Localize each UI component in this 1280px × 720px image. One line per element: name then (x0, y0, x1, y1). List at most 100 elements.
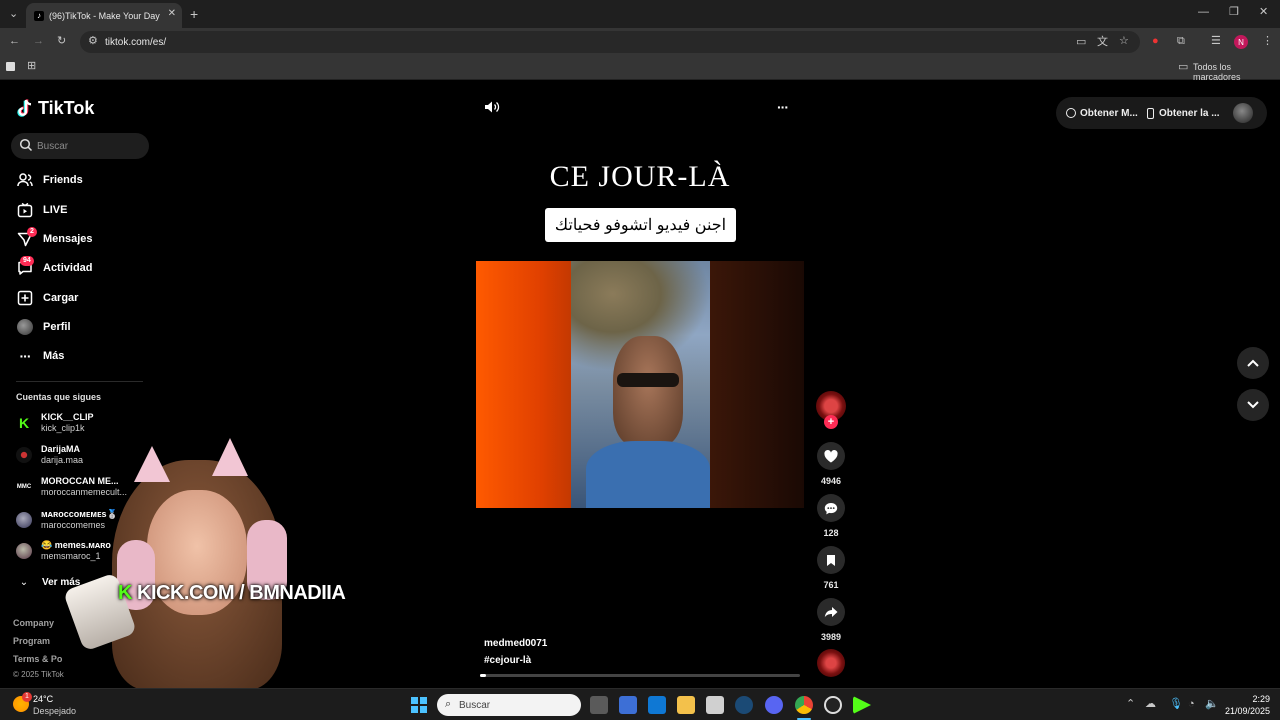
onedrive-icon[interactable]: ☁ (1145, 699, 1156, 710)
forward-icon[interactable]: → (33, 36, 44, 47)
sidebar-divider (16, 381, 143, 382)
tab-search-icon[interactable]: ⌄ (9, 9, 18, 20)
clock-date[interactable]: 21/09/2025 (1222, 706, 1270, 716)
obs-icon[interactable] (824, 696, 842, 714)
new-tab-icon[interactable]: + (190, 7, 198, 21)
close-window-icon[interactable]: ✕ (1259, 7, 1268, 18)
browser-tab[interactable]: ♪ (96)TikTok - Make Your Day ✕ (26, 3, 182, 28)
discord-icon[interactable] (765, 696, 783, 714)
reload-icon[interactable]: ↻ (57, 36, 66, 47)
video-player[interactable] (476, 261, 804, 508)
close-tab-icon[interactable]: ✕ (168, 8, 176, 19)
outlook-icon[interactable] (648, 696, 666, 714)
sidebar-item-messages[interactable]: 2 Mensajes (16, 227, 93, 249)
following-section-title: Cuentas que sigues (16, 392, 102, 402)
upload-icon (16, 289, 34, 307)
tab-title: (96)TikTok - Make Your Day (49, 10, 160, 21)
comment-button[interactable] (817, 494, 845, 522)
microphone-icon[interactable]: 🎙 (1169, 699, 1183, 710)
taskbar-search-text: Buscar (459, 699, 491, 711)
video-progress-bar[interactable] (480, 674, 800, 677)
tiktok-note-icon (17, 98, 32, 117)
share-icon (824, 607, 838, 618)
sidebar-item-friends[interactable]: Friends (16, 170, 83, 190)
avatar: MMC (16, 479, 32, 495)
more-icon: ··· (19, 348, 32, 364)
get-app-label: Obtener M... (1080, 107, 1138, 119)
tiktok-logo[interactable]: TikTok (16, 98, 94, 119)
translate-icon[interactable]: 文 (1097, 37, 1108, 48)
follow-plus-icon[interactable]: + (824, 415, 838, 429)
site-info-icon[interactable]: ⚙ (88, 36, 98, 47)
sidebar-item-activity[interactable]: 94 Actividad (16, 256, 93, 278)
kick-app-icon[interactable] (853, 696, 871, 714)
heart-icon (824, 449, 838, 462)
get-app-2-label: Obtener la ... (1159, 107, 1220, 119)
chrome-icon[interactable] (795, 696, 813, 714)
avatar: K (16, 415, 32, 431)
cast-icon[interactable]: ▭ (1076, 37, 1086, 48)
avatar (16, 512, 32, 528)
store-icon[interactable] (619, 696, 637, 714)
video-username[interactable]: medmed0071 (484, 638, 547, 649)
profile-avatar[interactable]: N (1234, 35, 1248, 49)
media-control-icon[interactable]: ☰ (1211, 36, 1221, 47)
get-app-2-button[interactable]: Obtener la ... (1147, 100, 1220, 126)
task-view-icon[interactable] (590, 696, 608, 714)
phone-icon (1147, 107, 1154, 119)
video-title: CE JOUR-LÀ (549, 160, 731, 193)
footer-link-program[interactable]: Program (13, 636, 50, 646)
search-input[interactable]: Buscar (11, 133, 149, 159)
footer-link-company[interactable]: Company (13, 618, 54, 628)
folder-icon: ▭ (1178, 61, 1189, 73)
wifi-icon[interactable]: ◔ (1188, 699, 1195, 710)
menu-icon[interactable]: ⋮ (1262, 36, 1273, 47)
person-face (613, 336, 683, 446)
music-disc[interactable] (817, 649, 845, 677)
apps-grid-icon[interactable]: ⊞ (27, 61, 36, 72)
speaker-icon[interactable]: 🔈 (1205, 699, 1219, 710)
sidebar-item-upload[interactable]: Cargar (16, 288, 78, 308)
more-options-icon[interactable]: ··· (777, 99, 789, 115)
prev-video-button[interactable] (1237, 347, 1269, 379)
volume-icon[interactable] (484, 100, 500, 119)
bookmark-star-icon[interactable]: ☆ (1119, 36, 1129, 47)
file-explorer-icon[interactable] (677, 696, 695, 714)
taskbar-search[interactable]: ⌕ Buscar (437, 694, 581, 716)
windows-start-icon[interactable] (411, 697, 427, 713)
sidebar-item-label: Perfil (43, 321, 71, 333)
like-button[interactable] (817, 442, 845, 470)
extensions-icon[interactable]: ⧉ (1177, 36, 1185, 47)
chevron-down-icon (1247, 401, 1259, 409)
search-placeholder: Buscar (37, 140, 69, 152)
address-bar[interactable]: ⚙ tiktok.com/es/ (80, 31, 1140, 53)
avatar[interactable] (1233, 103, 1253, 123)
get-app-button[interactable]: Obtener M... (1066, 100, 1138, 126)
back-icon[interactable]: ← (9, 36, 20, 47)
next-video-button[interactable] (1237, 389, 1269, 421)
all-bookmarks-label[interactable]: Todos los marcadores (1193, 62, 1280, 82)
tiktok-favicon: ♪ (34, 10, 44, 21)
weather-desc: Despejado (33, 706, 77, 716)
live-icon (16, 201, 34, 219)
footer-link-terms[interactable]: Terms & Po (13, 654, 62, 664)
url-text: tiktok.com/es/ (105, 36, 167, 48)
video-hashtag[interactable]: #cejour-là (484, 655, 531, 666)
restore-icon[interactable]: ❐ (1229, 7, 1239, 18)
save-button[interactable] (817, 546, 845, 574)
steam-icon[interactable] (735, 696, 753, 714)
kick-channel-text: KICK.COM / BMNADIIA (137, 582, 346, 604)
minimize-icon[interactable]: — (1198, 7, 1209, 18)
share-button[interactable] (817, 598, 845, 626)
sidebar-item-live[interactable]: LIVE (16, 200, 67, 220)
windows-taskbar: 1 24°C Despejado ⌕ Buscar ⌃ ☁ 🎙 ◔ 🔈 2:29… (0, 688, 1280, 720)
extension-red-icon[interactable]: ● (1152, 36, 1159, 47)
sidebar-item-profile[interactable]: Perfil (16, 317, 71, 337)
sidebar-item-label: LIVE (43, 204, 68, 216)
cat-ear-left (134, 446, 170, 482)
clock-time[interactable]: 2:29 (1230, 694, 1270, 704)
inbox-icon[interactable] (706, 696, 724, 714)
tab-square-icon[interactable] (6, 62, 15, 71)
tray-overflow-icon[interactable]: ⌃ (1126, 699, 1135, 710)
sidebar-item-more[interactable]: ··· Más (16, 346, 65, 366)
